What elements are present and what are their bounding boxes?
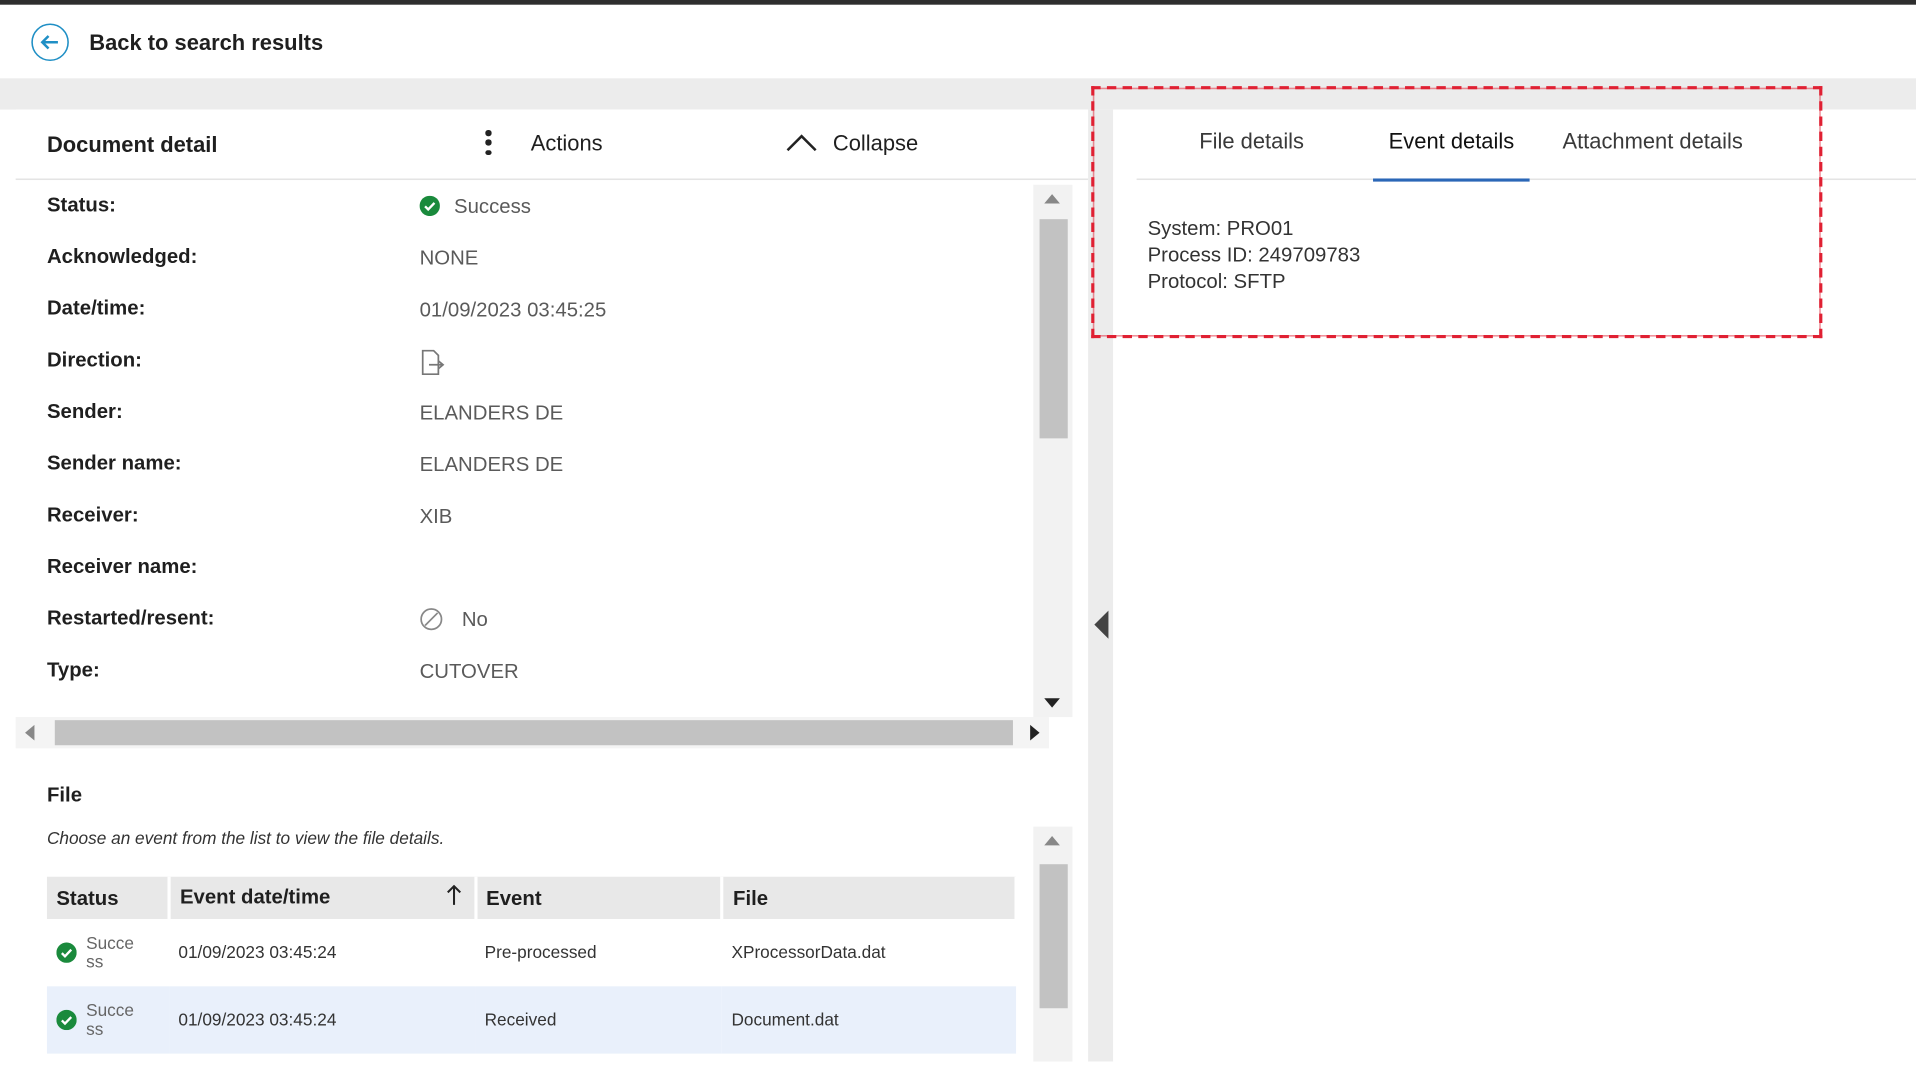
prop-datetime: Date/time: 01/09/2023 03:45:25 xyxy=(16,285,1049,337)
table-row[interactable]: Success 01/09/2023 03:45:24 Pre-processe… xyxy=(47,919,1016,986)
blocked-circle-icon xyxy=(420,608,443,631)
back-arrow-icon xyxy=(31,23,69,62)
prop-type: Type: CUTOVER xyxy=(16,647,1049,699)
prop-sender-name: Sender name: ELANDERS DE xyxy=(16,440,1049,492)
tab-attachment-details[interactable]: Attachment details xyxy=(1562,128,1742,180)
prop-sender: Sender: ELANDERS DE xyxy=(16,388,1049,440)
prop-value: No xyxy=(420,607,488,631)
prop-value: Success xyxy=(419,194,531,218)
back-to-search-link[interactable]: Back to search results xyxy=(31,23,324,62)
status-text: Success xyxy=(86,1001,134,1039)
details-panel: File details Event details Attachment de… xyxy=(1113,109,1916,1062)
prop-value xyxy=(420,349,445,376)
datetime-cell: 01/09/2023 03:45:24 xyxy=(178,943,337,963)
document-inbound-icon xyxy=(421,349,445,376)
prop-value: ELANDERS DE xyxy=(419,452,564,476)
prop-label: Type: xyxy=(46,657,100,682)
events-table: Status Event date/time Event File Succes… xyxy=(46,876,1018,1054)
top-rule xyxy=(0,0,1916,5)
prop-value: 01/09/2023 03:45:25 xyxy=(419,297,607,321)
properties-list: Status: Success Acknowledged: NONE Date/… xyxy=(16,182,1049,722)
prop-restarted: Restarted/resent: No xyxy=(16,595,1049,647)
success-check-icon xyxy=(56,1009,77,1031)
detail-system: System: PRO01 xyxy=(1147,216,1294,240)
actions-button[interactable]: Actions xyxy=(481,122,603,163)
column-header-event-datetime[interactable]: Event date/time xyxy=(168,876,477,920)
prop-label: Sender: xyxy=(46,399,123,423)
collapse-button[interactable]: Collapse xyxy=(786,122,918,163)
column-header-label: Event date/time xyxy=(179,884,331,909)
prop-label: Direction: xyxy=(46,347,142,372)
success-check-icon xyxy=(419,195,440,217)
detail-process-id: Process ID: 249709783 xyxy=(1147,242,1361,267)
event-details-content: System: PRO01 Process ID: 249709783 Prot… xyxy=(1148,214,1361,294)
scroll-up-icon[interactable] xyxy=(1044,836,1060,846)
prop-receiver-name: Receiver name: xyxy=(16,543,1049,595)
scroll-right-icon[interactable] xyxy=(1030,724,1040,741)
prop-label: Status: xyxy=(46,192,116,217)
header-band xyxy=(0,78,1916,110)
prop-value: ELANDERS DE xyxy=(419,400,564,425)
more-vertical-icon xyxy=(481,127,497,158)
prop-label: Receiver: xyxy=(46,502,139,527)
prop-receiver: Receiver: XIB xyxy=(16,492,1049,544)
scroll-left-icon[interactable] xyxy=(25,724,35,741)
document-detail-title: Document detail xyxy=(46,131,218,157)
scroll-thumb[interactable] xyxy=(1039,864,1068,1009)
status-cell: Success xyxy=(47,919,169,986)
detail-protocol: Protocol: SFTP xyxy=(1147,269,1286,293)
prop-label: Sender name: xyxy=(46,450,182,475)
scroll-down-icon[interactable] xyxy=(1044,698,1060,708)
collapse-label: Collapse xyxy=(832,129,919,155)
prop-label: Restarted/resent: xyxy=(46,605,215,630)
column-header-event[interactable]: Event xyxy=(475,876,724,920)
file-cell: Document.dat xyxy=(722,986,1017,1054)
event-cell: Pre-processed xyxy=(484,943,597,963)
actions-label: Actions xyxy=(530,129,603,155)
properties-vertical-scrollbar[interactable] xyxy=(1033,184,1073,718)
table-row-selected[interactable]: Success 01/09/2023 03:45:24 Received Doc… xyxy=(46,986,1017,1054)
prop-label: Receiver name: xyxy=(46,554,198,578)
prop-value: XIB xyxy=(419,504,453,528)
tab-event-details[interactable]: Event details xyxy=(1372,128,1531,182)
file-section-hint: Choose an event from the list to view th… xyxy=(46,829,445,849)
status-value: Success xyxy=(454,194,531,218)
prop-value: NONE xyxy=(419,245,479,270)
scroll-thumb[interactable] xyxy=(1039,219,1068,439)
column-header-file[interactable]: File xyxy=(722,876,1018,920)
event-cell: Received xyxy=(475,986,723,1054)
prop-label: Acknowledged: xyxy=(46,244,198,268)
panel-splitter[interactable] xyxy=(1088,109,1114,1062)
prop-direction: Direction: xyxy=(16,337,1049,389)
datetime-cell: 01/09/2023 03:45:24 xyxy=(168,986,476,1054)
scroll-up-icon[interactable] xyxy=(1044,194,1060,204)
chevron-up-icon xyxy=(786,134,817,152)
file-section-title: File xyxy=(46,782,83,807)
app-root: Back to search results Document detail A… xyxy=(0,0,1916,1062)
prop-value: CUTOVER xyxy=(419,659,519,683)
events-header-row: Status Event date/time Event File xyxy=(46,876,1018,920)
sort-ascending-icon[interactable] xyxy=(445,884,461,912)
prop-acknowledged: Acknowledged: NONE xyxy=(16,233,1049,285)
success-check-icon xyxy=(56,942,77,963)
status-text: Success xyxy=(86,933,134,972)
properties-horizontal-scrollbar[interactable] xyxy=(15,717,1049,749)
restarted-value: No xyxy=(461,607,488,631)
status-cell: Success xyxy=(46,986,169,1054)
prop-status: Status: Success xyxy=(16,182,1049,234)
tab-file-details[interactable]: File details xyxy=(1199,128,1304,180)
scroll-thumb[interactable] xyxy=(54,720,1013,746)
file-cell: XProcessorData.dat xyxy=(731,943,886,963)
back-label: Back to search results xyxy=(89,29,324,55)
document-detail-header: Document detail Actions Collapse xyxy=(15,110,1089,181)
prop-label: Date/time: xyxy=(46,295,146,320)
events-vertical-scrollbar[interactable] xyxy=(1033,826,1073,1062)
collapse-left-icon[interactable] xyxy=(1094,610,1109,639)
column-header-status[interactable]: Status xyxy=(46,876,171,920)
details-tabs: File details Event details Attachment de… xyxy=(1136,110,1916,182)
